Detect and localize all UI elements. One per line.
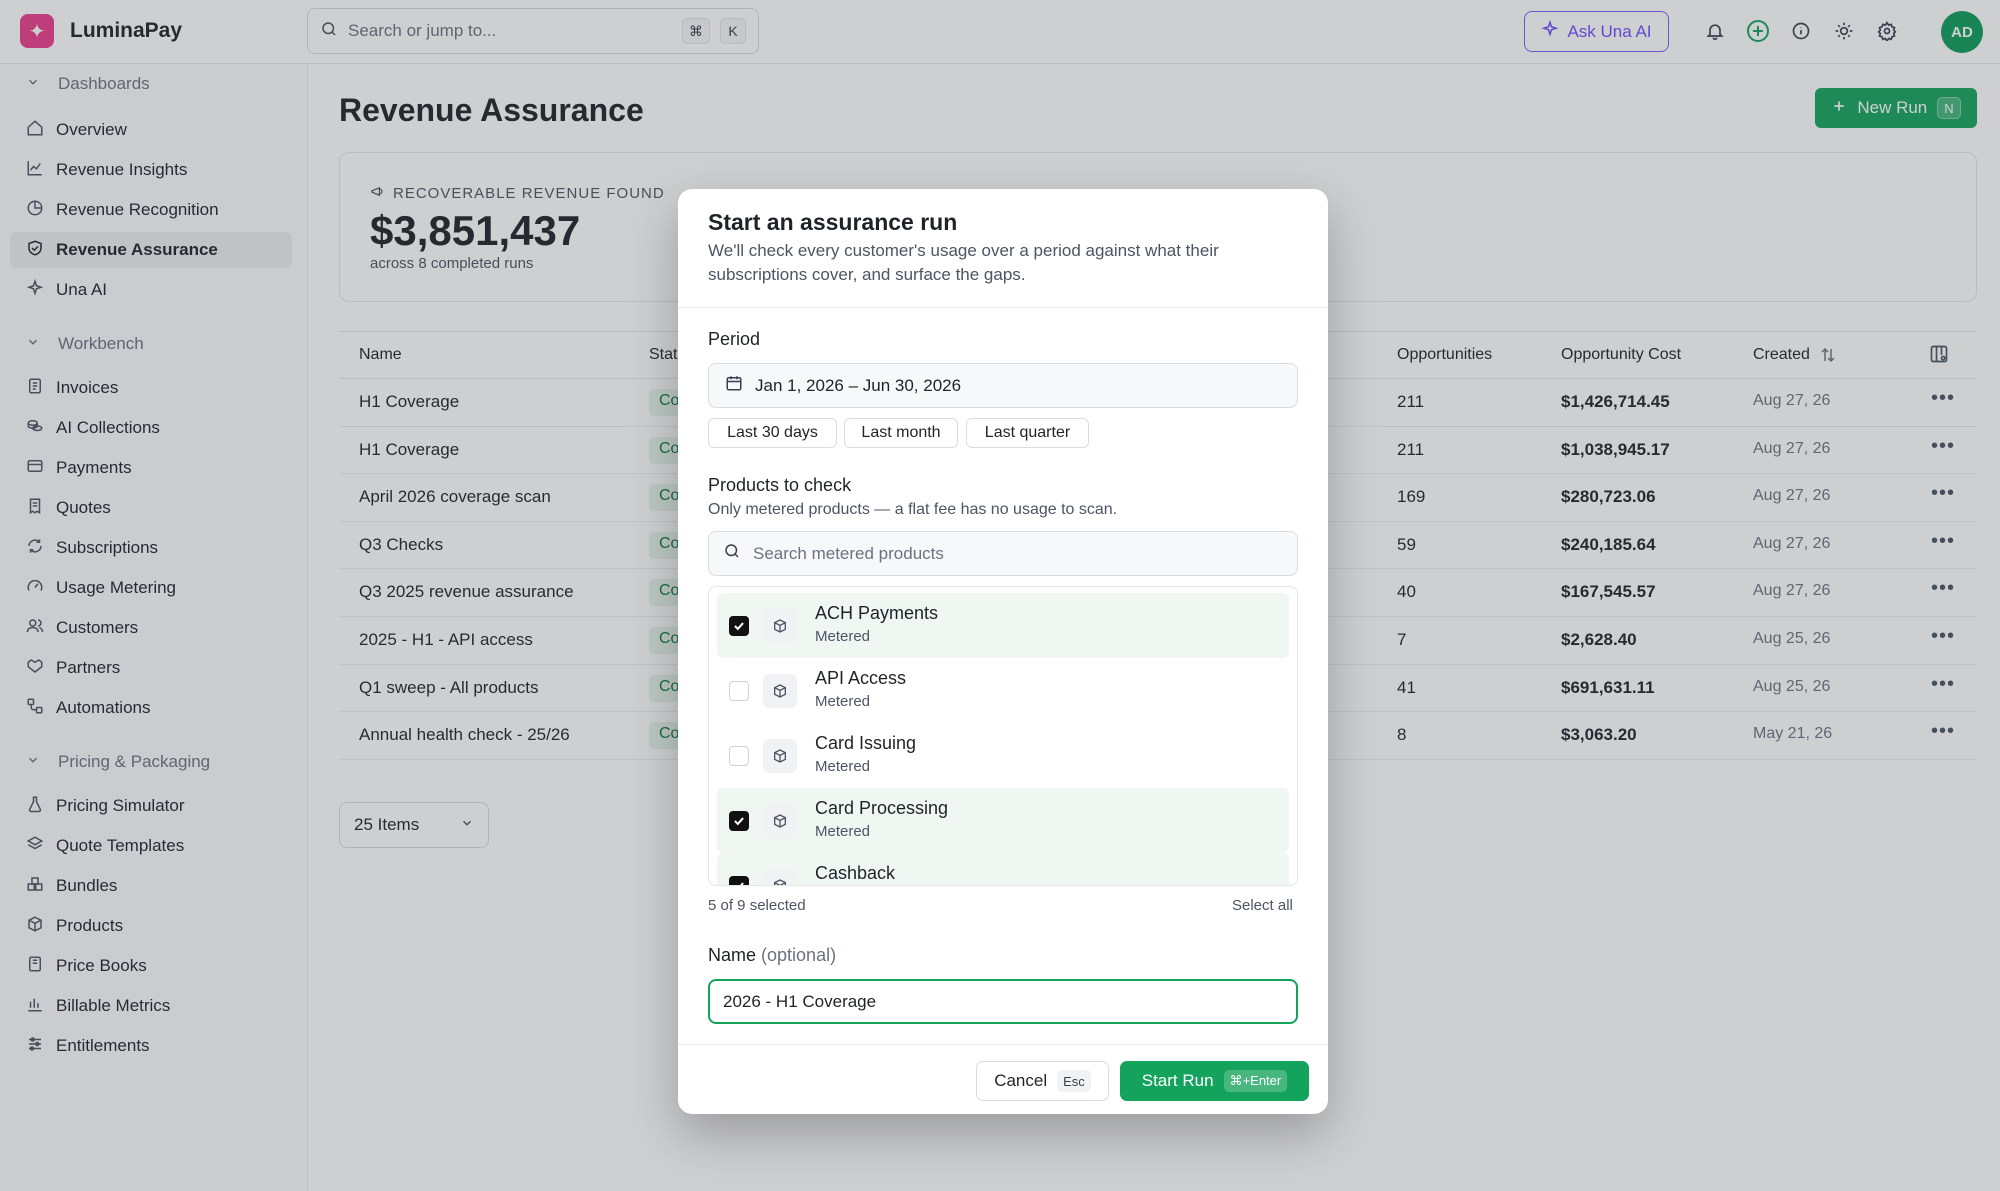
divider <box>678 1044 1328 1045</box>
period-value: Jan 1, 2026 – Jun 30, 2026 <box>755 375 962 395</box>
start-run-label: Start Run <box>1141 1071 1214 1090</box>
calendar-icon <box>725 374 743 397</box>
package-icon <box>763 868 797 885</box>
products-list[interactable]: ACH Payments Metered API Access Metered Card… <box>708 586 1298 886</box>
product-type: Metered <box>815 823 871 840</box>
start-run-button[interactable]: Start Run ⌘+Enter <box>1120 1061 1309 1101</box>
product-checkbox[interactable] <box>729 810 749 831</box>
product-item[interactable]: Card Issuing Metered <box>717 723 1289 788</box>
product-type: Metered <box>815 758 871 775</box>
period-label: Period <box>708 329 761 349</box>
search-icon <box>723 542 741 565</box>
preset-last-30-days[interactable]: Last 30 days <box>708 418 837 448</box>
product-item[interactable]: ACH Payments Metered <box>717 593 1289 658</box>
product-item[interactable]: API Access Metered <box>717 658 1289 723</box>
products-search-input[interactable]: Search metered products <box>708 531 1298 576</box>
package-icon <box>763 673 797 708</box>
dialog-description: We'll check every customer's usage over … <box>708 241 1219 284</box>
product-name: ACH Payments <box>815 603 939 623</box>
package-icon <box>763 738 797 773</box>
name-optional-text: (optional) <box>761 945 837 965</box>
name-label: Name (optional) <box>708 945 836 966</box>
product-type: Metered <box>815 693 871 710</box>
product-checkbox[interactable] <box>729 745 749 766</box>
cancel-shortcut: Esc <box>1057 1070 1091 1092</box>
preset-last-month[interactable]: Last month <box>844 418 958 448</box>
product-checkbox[interactable] <box>729 875 749 885</box>
dialog-title: Start an assurance run <box>708 209 958 235</box>
product-name: Card Processing <box>815 798 949 818</box>
product-item[interactable]: CashbackMetered <box>717 853 1289 885</box>
select-all-link[interactable]: Select all <box>1232 897 1293 914</box>
package-icon <box>763 608 797 643</box>
preset-last-quarter[interactable]: Last quarter <box>966 418 1089 448</box>
product-type: Metered <box>815 628 871 645</box>
selected-count: 5 of 9 selected <box>708 897 806 914</box>
period-date-range-field[interactable]: Jan 1, 2026 – Jun 30, 2026 <box>708 363 1298 408</box>
name-label-text: Name <box>708 945 757 965</box>
products-hint: Only metered products — a flat fee has n… <box>708 501 1118 518</box>
divider <box>678 307 1328 308</box>
run-name-input[interactable]: 2026 - H1 Coverage <box>708 979 1298 1024</box>
products-label: Products to check <box>708 475 852 495</box>
product-name: Card Issuing <box>815 733 917 753</box>
product-name: Cashback <box>815 863 896 883</box>
cancel-label: Cancel <box>994 1071 1048 1090</box>
product-name: API Access <box>815 668 907 688</box>
start-run-dialog: Start an assurance run We'll check every… <box>678 189 1328 1114</box>
products-search-placeholder: Search metered products <box>753 543 944 563</box>
cancel-button[interactable]: Cancel Esc <box>976 1061 1109 1101</box>
start-run-shortcut: ⌘+Enter <box>1223 1070 1288 1092</box>
product-checkbox[interactable] <box>729 615 749 636</box>
product-checkbox[interactable] <box>729 680 749 701</box>
product-item[interactable]: Card Processing Metered <box>717 788 1289 853</box>
package-icon <box>763 803 797 838</box>
